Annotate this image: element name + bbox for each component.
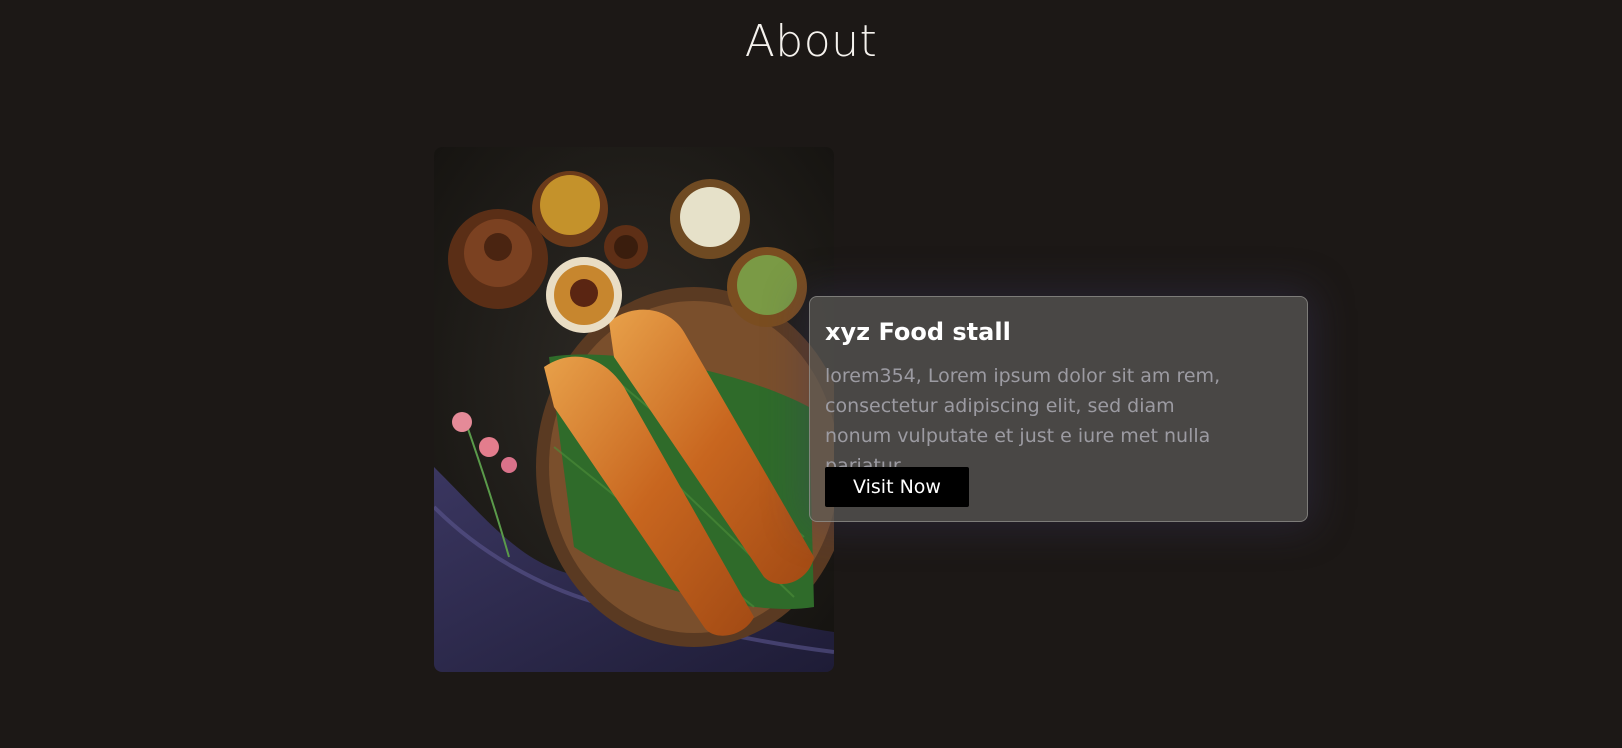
info-card: xyz Food stall lorem354, Lorem ipsum dol… <box>809 296 1308 522</box>
page-title: About <box>744 16 878 67</box>
card-description: lorem354, Lorem ipsum dolor sit am rem, … <box>825 365 1221 477</box>
visit-now-button[interactable]: Visit Now <box>825 467 969 507</box>
food-photo <box>434 147 834 672</box>
about-section: About xyz Food stall lorem354, Lorem ips… <box>0 0 1622 748</box>
card-title: xyz Food stall <box>825 318 1011 346</box>
